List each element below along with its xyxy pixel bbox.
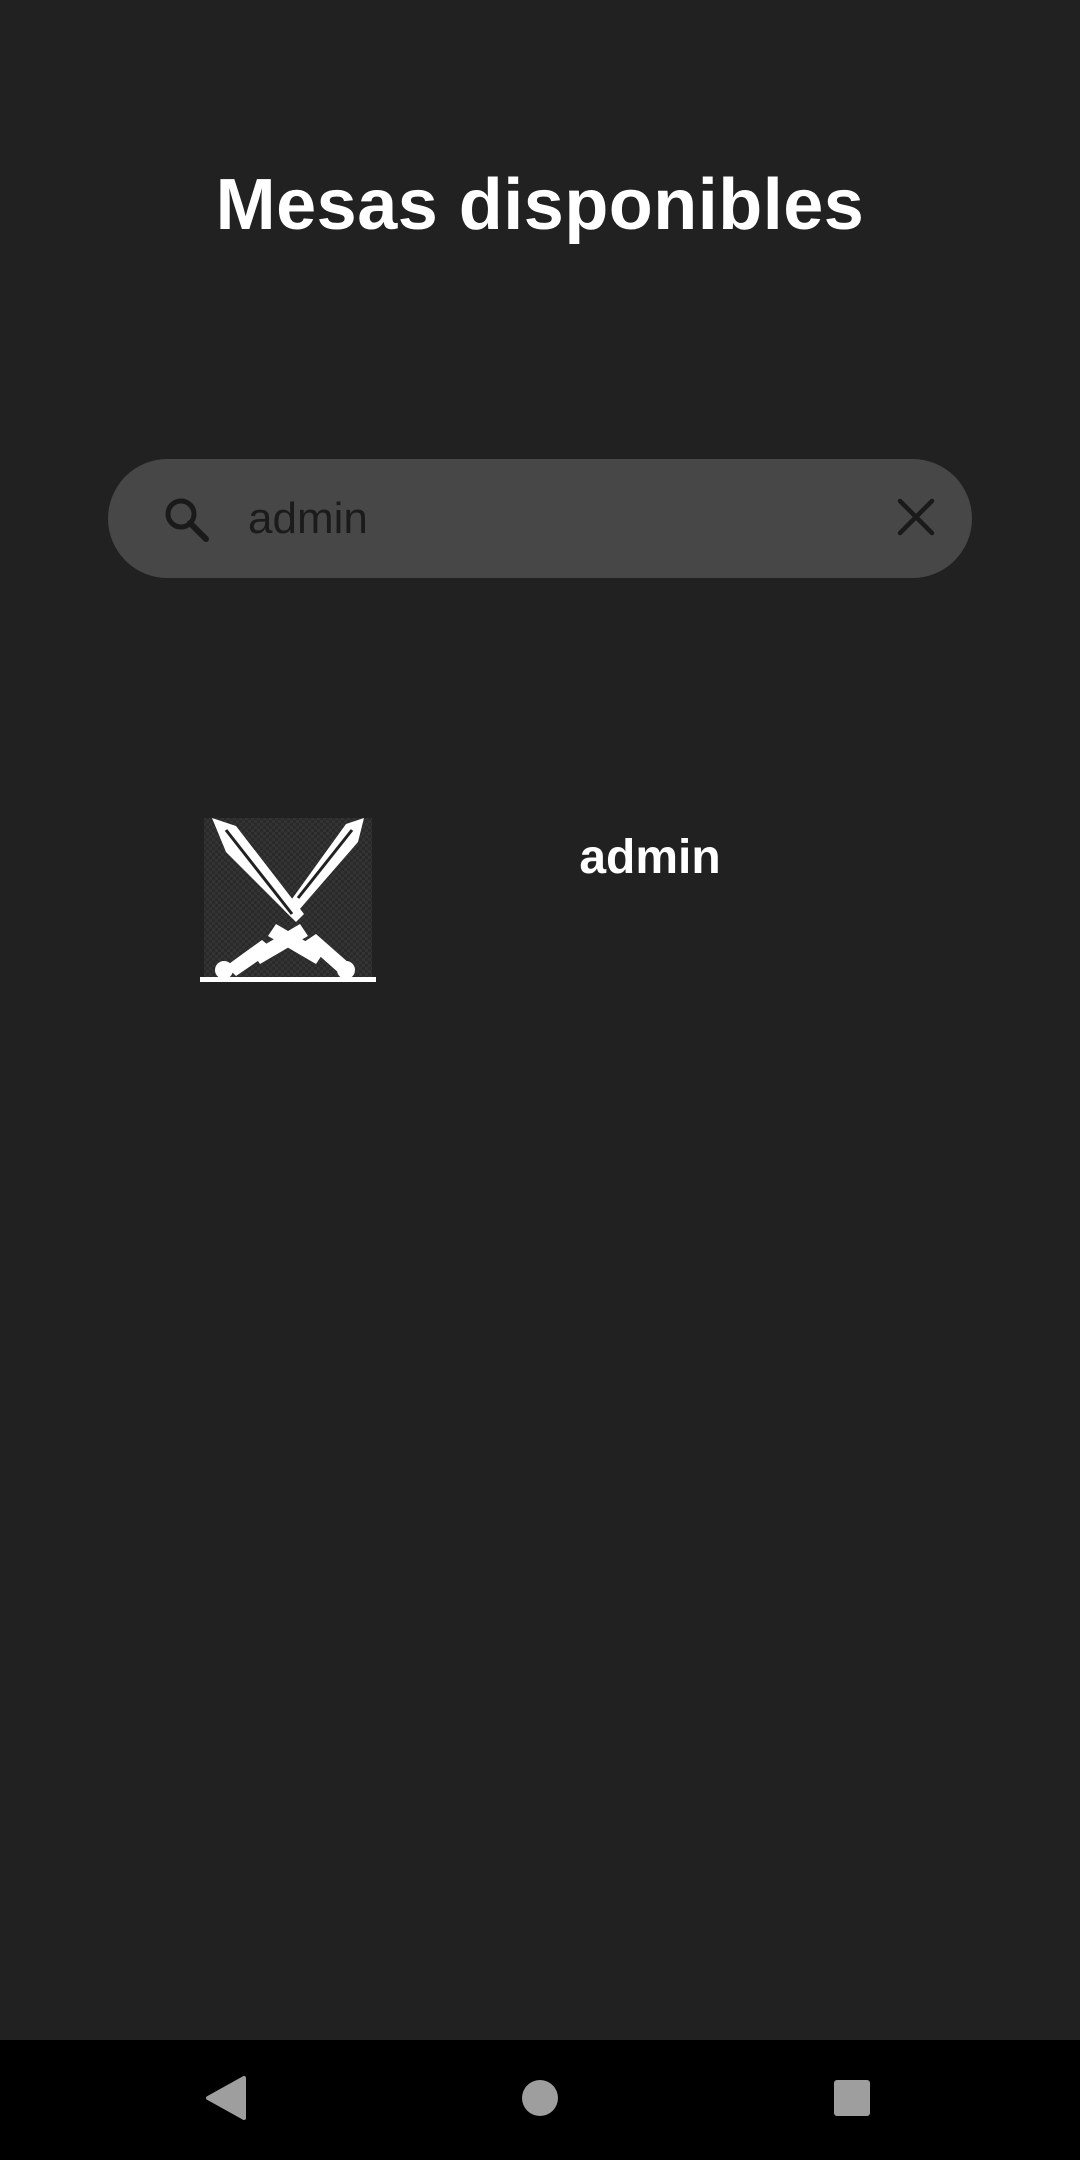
search-bar[interactable] — [108, 459, 972, 578]
search-icon — [162, 495, 210, 543]
screen: Mesas disponibles admin admin — [0, 0, 1080, 2160]
page-title: Mesas disponibles — [215, 165, 865, 245]
recents-button[interactable] — [812, 2060, 892, 2140]
recents-square-icon — [832, 2078, 872, 2123]
search-input[interactable] — [248, 481, 808, 557]
back-button[interactable] — [186, 2060, 266, 2140]
back-triangle-icon — [204, 2074, 248, 2127]
navigation-bar — [0, 2040, 1080, 2160]
crossed-swords-icon — [200, 814, 376, 984]
home-circle-icon — [520, 2078, 560, 2123]
table-name: admin — [579, 831, 721, 884]
clear-search-button[interactable] — [880, 483, 952, 555]
home-button[interactable] — [500, 2060, 580, 2140]
list-item[interactable]: admin — [0, 800, 1080, 1000]
close-icon — [896, 497, 936, 542]
